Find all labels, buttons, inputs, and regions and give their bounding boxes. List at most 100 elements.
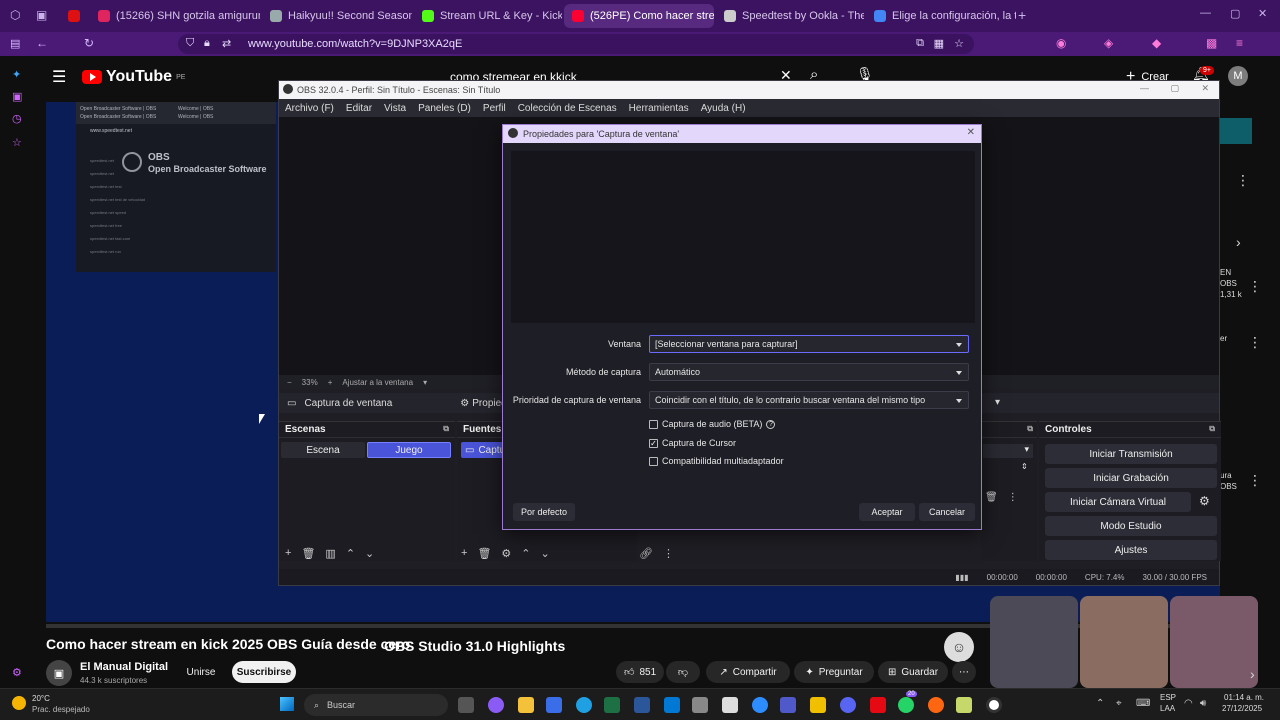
history-icon[interactable]: ◷ xyxy=(12,112,22,125)
studio-mode-button[interactable]: Modo Estudio xyxy=(1045,516,1217,536)
trash-icon[interactable]: 🗑︎ xyxy=(985,492,998,503)
tab-amigurumi[interactable]: (15266) SHN gotzila amigurumi xyxy=(90,4,260,28)
recommendation-thumbnail[interactable] xyxy=(1220,118,1252,144)
tab-pinned[interactable] xyxy=(60,4,84,28)
menu-editar[interactable]: Editar xyxy=(346,103,372,114)
chevron-down-icon[interactable]: ▾ xyxy=(423,378,427,387)
task-view-icon[interactable] xyxy=(458,697,474,713)
star-icon[interactable]: ✦ xyxy=(12,68,21,81)
edge-icon[interactable] xyxy=(576,697,592,713)
taskbar-search-input[interactable]: ⌕ Buscar xyxy=(304,694,448,716)
menu-ayuda[interactable]: Ayuda (H) xyxy=(701,103,746,114)
tab-youtube-active[interactable]: (526PE) Como hacer stream xyxy=(564,4,714,28)
teams-icon[interactable] xyxy=(780,697,796,713)
back-icon[interactable]: ← xyxy=(36,36,48,50)
dock-float-icon[interactable]: ⧉ xyxy=(1209,424,1215,434)
more-options-icon[interactable]: ⋮ xyxy=(1236,172,1250,189)
zoom-icon[interactable] xyxy=(752,697,768,713)
firefox-icon[interactable] xyxy=(928,697,944,713)
notepad-icon[interactable] xyxy=(722,697,738,713)
menu-vista[interactable]: Vista xyxy=(384,103,406,114)
arrow-up-icon[interactable]: ⌃ xyxy=(521,547,530,560)
discord-icon[interactable] xyxy=(840,697,856,713)
close-window-icon[interactable]: ✕ xyxy=(1258,7,1267,20)
new-tab-icon[interactable]: + xyxy=(1018,7,1026,23)
add-icon[interactable]: + xyxy=(461,547,467,560)
close-icon[interactable]: ✕ xyxy=(1201,83,1209,94)
recommendation-thumbnail[interactable] xyxy=(1080,596,1168,688)
extension-icon[interactable]: ◆ xyxy=(1152,36,1161,50)
minimize-icon[interactable]: — xyxy=(1200,7,1211,19)
more-options-icon[interactable]: ⋮ xyxy=(1008,492,1018,503)
settings-button[interactable]: Ajustes xyxy=(1045,540,1217,560)
save-button[interactable]: ⊞ Guardar xyxy=(878,661,948,683)
arrow-up-icon[interactable]: ⌃ xyxy=(346,547,355,560)
recommendation-thumbnail[interactable] xyxy=(1170,596,1258,688)
zoom-in-icon[interactable]: + xyxy=(328,378,333,387)
shield-icon[interactable]: ⬡ xyxy=(10,8,20,22)
chevron-down-icon[interactable]: ▾ xyxy=(995,397,1000,408)
subscribe-button[interactable]: Suscribirse xyxy=(232,661,296,683)
site-settings-icon[interactable]: ⇄ xyxy=(222,37,231,50)
close-icon[interactable]: ✕ xyxy=(967,127,975,138)
weather-sun-icon[interactable] xyxy=(12,696,26,710)
sidebar-toggle-icon[interactable]: ▤ xyxy=(10,37,20,50)
windows-start-icon[interactable] xyxy=(280,697,294,711)
arrow-down-icon[interactable]: ⌄ xyxy=(541,547,550,560)
add-icon[interactable]: + xyxy=(285,547,291,560)
volume-icon[interactable]: 🔊︎ xyxy=(1200,698,1206,709)
share-button[interactable]: ↗ Compartir xyxy=(706,661,790,683)
scene-item-escena[interactable]: Escena xyxy=(281,442,365,458)
filter-icon[interactable]: ▥ xyxy=(325,547,335,560)
maximize-icon[interactable]: ▢ xyxy=(1230,7,1240,20)
link-icon[interactable]: 🔗︎ xyxy=(639,547,653,560)
transition-select[interactable]: ▾ xyxy=(983,444,1033,458)
more-options-icon[interactable]: ⋮ xyxy=(1248,278,1262,295)
chevron-right-icon[interactable]: › xyxy=(1250,666,1255,682)
install-icon[interactable]: ⧉ xyxy=(916,37,924,50)
defaults-button[interactable]: Por defecto xyxy=(513,503,575,521)
tabs-icon[interactable]: ▣ xyxy=(36,8,47,22)
settings-gear-icon[interactable]: ⚙ xyxy=(12,666,22,679)
hamburger-menu-icon[interactable]: ☰ xyxy=(52,67,66,87)
language-indicator[interactable]: ESP xyxy=(1160,693,1176,702)
extension-icon[interactable]: ◉ xyxy=(1056,36,1066,50)
fit-window-button[interactable]: Ajustar a la ventana xyxy=(342,378,413,387)
menu-herramientas[interactable]: Herramientas xyxy=(629,103,689,114)
copilot-icon[interactable] xyxy=(488,697,504,713)
recommendation-snippet[interactable]: ura OBS xyxy=(1220,470,1237,492)
youtube-logo[interactable]: YouTube PE xyxy=(82,68,185,86)
app-icon[interactable] xyxy=(810,697,826,713)
account-avatar[interactable]: M xyxy=(1228,66,1248,86)
tab-speedtest[interactable]: Speedtest by Ookla - The Glob xyxy=(716,4,864,28)
multiadapter-checkbox[interactable]: Compatibilidad multiadaptador xyxy=(649,454,784,468)
more-options-icon[interactable]: ⋮ xyxy=(1248,472,1262,489)
trash-icon[interactable]: 🗑︎ xyxy=(301,547,315,560)
word-icon[interactable] xyxy=(634,697,650,713)
join-button[interactable]: Unirse xyxy=(180,661,222,683)
menu-archivo[interactable]: Archivo (F) xyxy=(285,103,334,114)
extension-icon[interactable]: ◈ xyxy=(1104,36,1113,50)
like-button[interactable]: 👍︎ 851 xyxy=(616,661,664,683)
ok-button[interactable]: Aceptar xyxy=(859,503,915,521)
tab-kick[interactable]: Stream URL & Key - Kick Dashb xyxy=(414,4,562,28)
cancel-button[interactable]: Cancelar xyxy=(919,503,975,521)
store-icon[interactable] xyxy=(546,697,562,713)
capture-priority-select[interactable]: Coincidir con el título, de lo contrario… xyxy=(649,391,969,409)
chevron-up-down-icon[interactable]: ⇕ xyxy=(1021,462,1028,471)
reader-icon[interactable]: ▦ xyxy=(934,37,944,50)
more-actions-button[interactable]: ⋯ xyxy=(952,661,976,683)
zoom-out-icon[interactable]: − xyxy=(287,378,292,387)
start-recording-button[interactable]: Iniciar Grabación xyxy=(1045,468,1217,488)
capture-method-select[interactable]: Automático xyxy=(649,363,969,381)
more-options-icon[interactable]: ⋮ xyxy=(663,547,674,560)
obs-taskbar-icon[interactable] xyxy=(986,697,1002,713)
outlook-icon[interactable] xyxy=(664,697,680,713)
window-select[interactable]: [Seleccionar ventana para capturar] xyxy=(649,335,969,353)
favorites-icon[interactable]: ☆ xyxy=(12,136,22,149)
cursor-capture-checkbox[interactable]: ✓ Captura de Cursor xyxy=(649,436,736,450)
dislike-button[interactable]: 👎︎ xyxy=(666,661,700,683)
channel-name[interactable]: El Manual Digital xyxy=(80,661,168,673)
file-explorer-icon[interactable] xyxy=(518,697,534,713)
snipping-tool-icon[interactable] xyxy=(692,697,708,713)
